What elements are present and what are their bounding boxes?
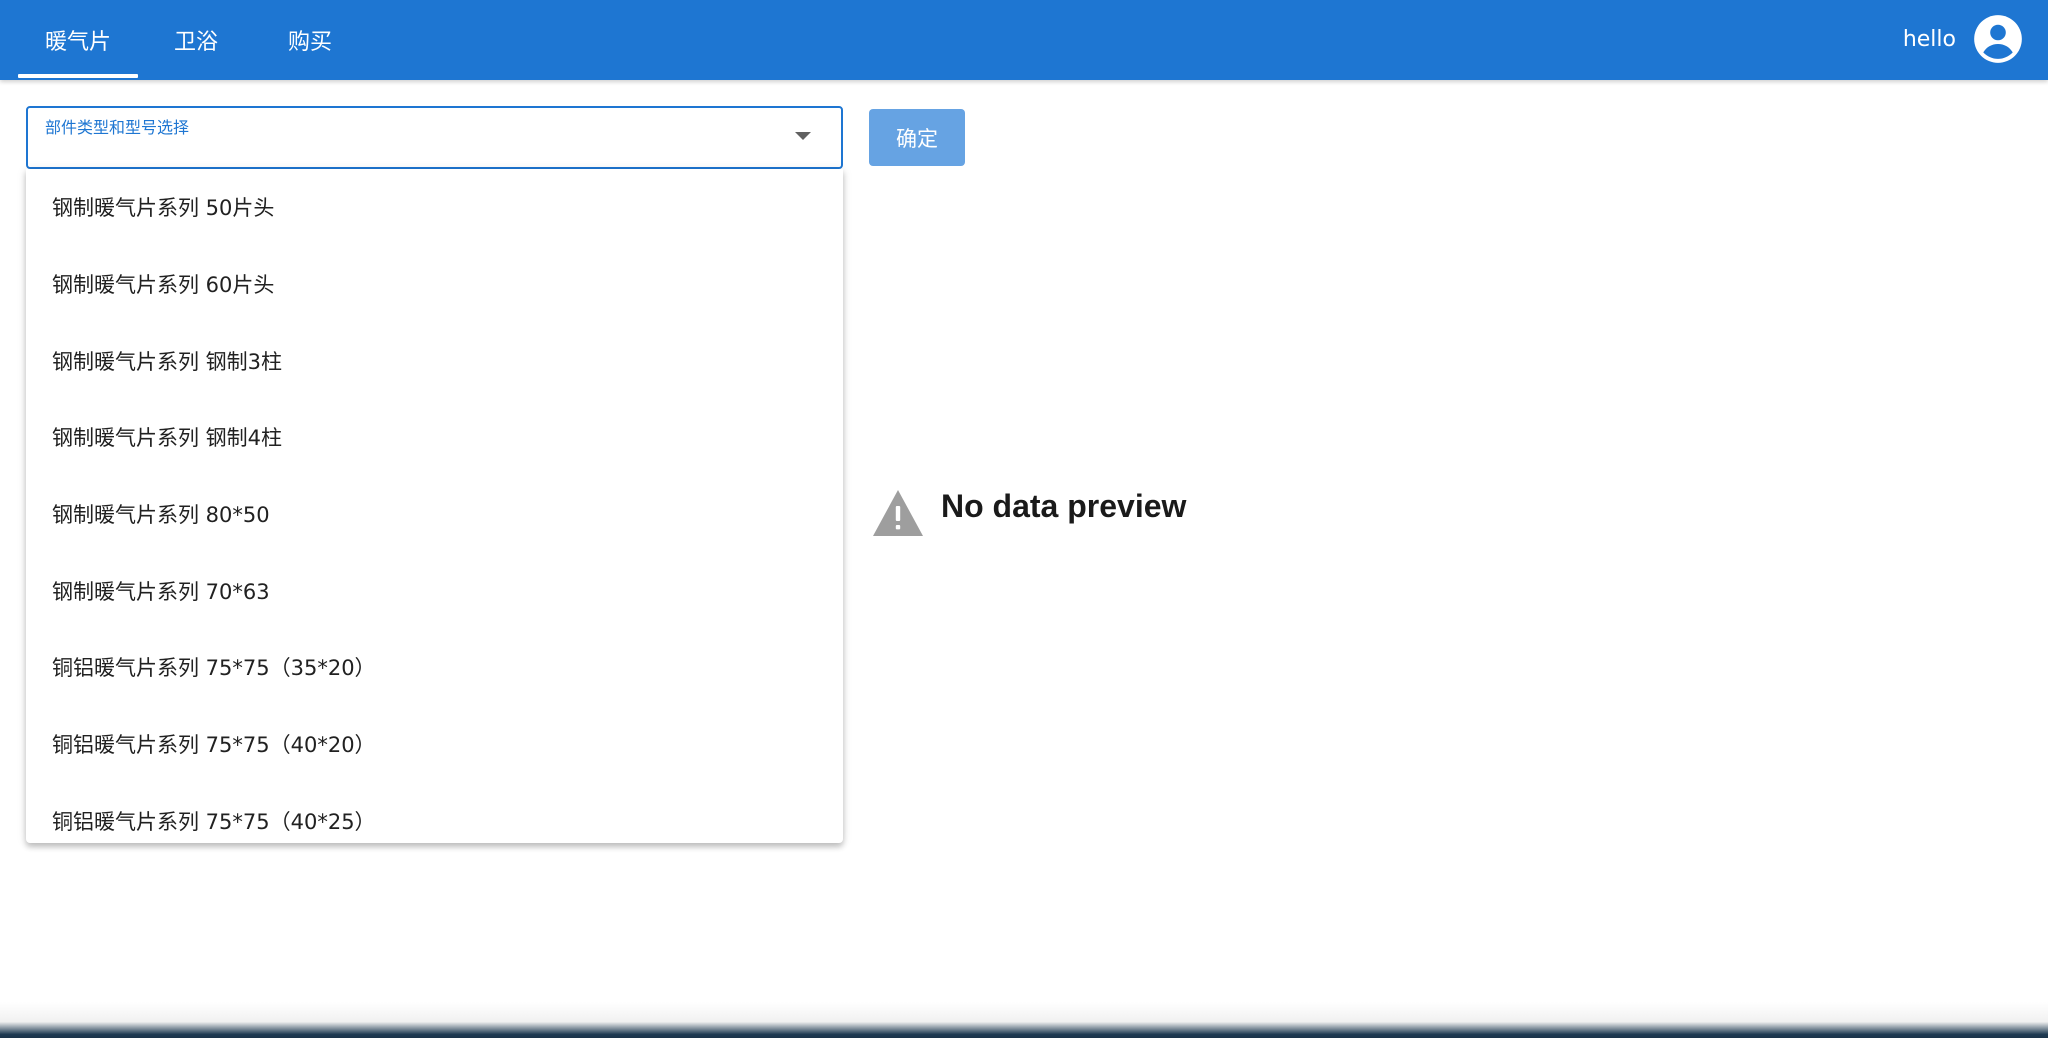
tab-radiator[interactable]: 暖气片 (18, 0, 138, 80)
bottom-edge (0, 1002, 2048, 1038)
menu-item[interactable]: 钢制暖气片系列 60片头 (26, 246, 843, 322)
menu-item[interactable]: 铜铝暖气片系列 75*75（40*25） (26, 783, 843, 843)
no-data-message: No data preview (941, 488, 1187, 524)
menu-item[interactable]: 钢制暖气片系列 钢制3柱 (26, 323, 843, 399)
app-bar: 暖气片 卫浴 购买 hello (0, 0, 2048, 80)
menu-item[interactable]: 钢制暖气片系列 80*50 (26, 476, 843, 552)
chevron-down-icon[interactable] (795, 132, 811, 140)
account-circle-icon[interactable] (1972, 13, 2024, 65)
part-type-select[interactable]: 部件类型和型号选择 (26, 106, 843, 169)
tab-purchase[interactable]: 购买 (254, 0, 366, 80)
menu-item[interactable]: 钢制暖气片系列 50片头 (26, 169, 843, 245)
dropdown-menu: 钢制暖气片系列 50片头 钢制暖气片系列 60片头 钢制暖气片系列 钢制3柱 钢… (26, 169, 843, 843)
menu-item[interactable]: 铜铝暖气片系列 75*75（40*20） (26, 706, 843, 782)
tab-bathroom[interactable]: 卫浴 (138, 0, 254, 80)
menu-item[interactable]: 钢制暖气片系列 钢制4柱 (26, 399, 843, 475)
warning-icon (871, 488, 925, 538)
confirm-button[interactable]: 确定 (869, 109, 965, 166)
select-label: 部件类型和型号选择 (45, 118, 190, 137)
menu-item[interactable]: 钢制暖气片系列 70*63 (26, 553, 843, 629)
menu-item[interactable]: 铜铝暖气片系列 75*75（35*20） (26, 629, 843, 705)
user-name: hello (1902, 26, 1956, 52)
active-tab-indicator (18, 74, 138, 78)
